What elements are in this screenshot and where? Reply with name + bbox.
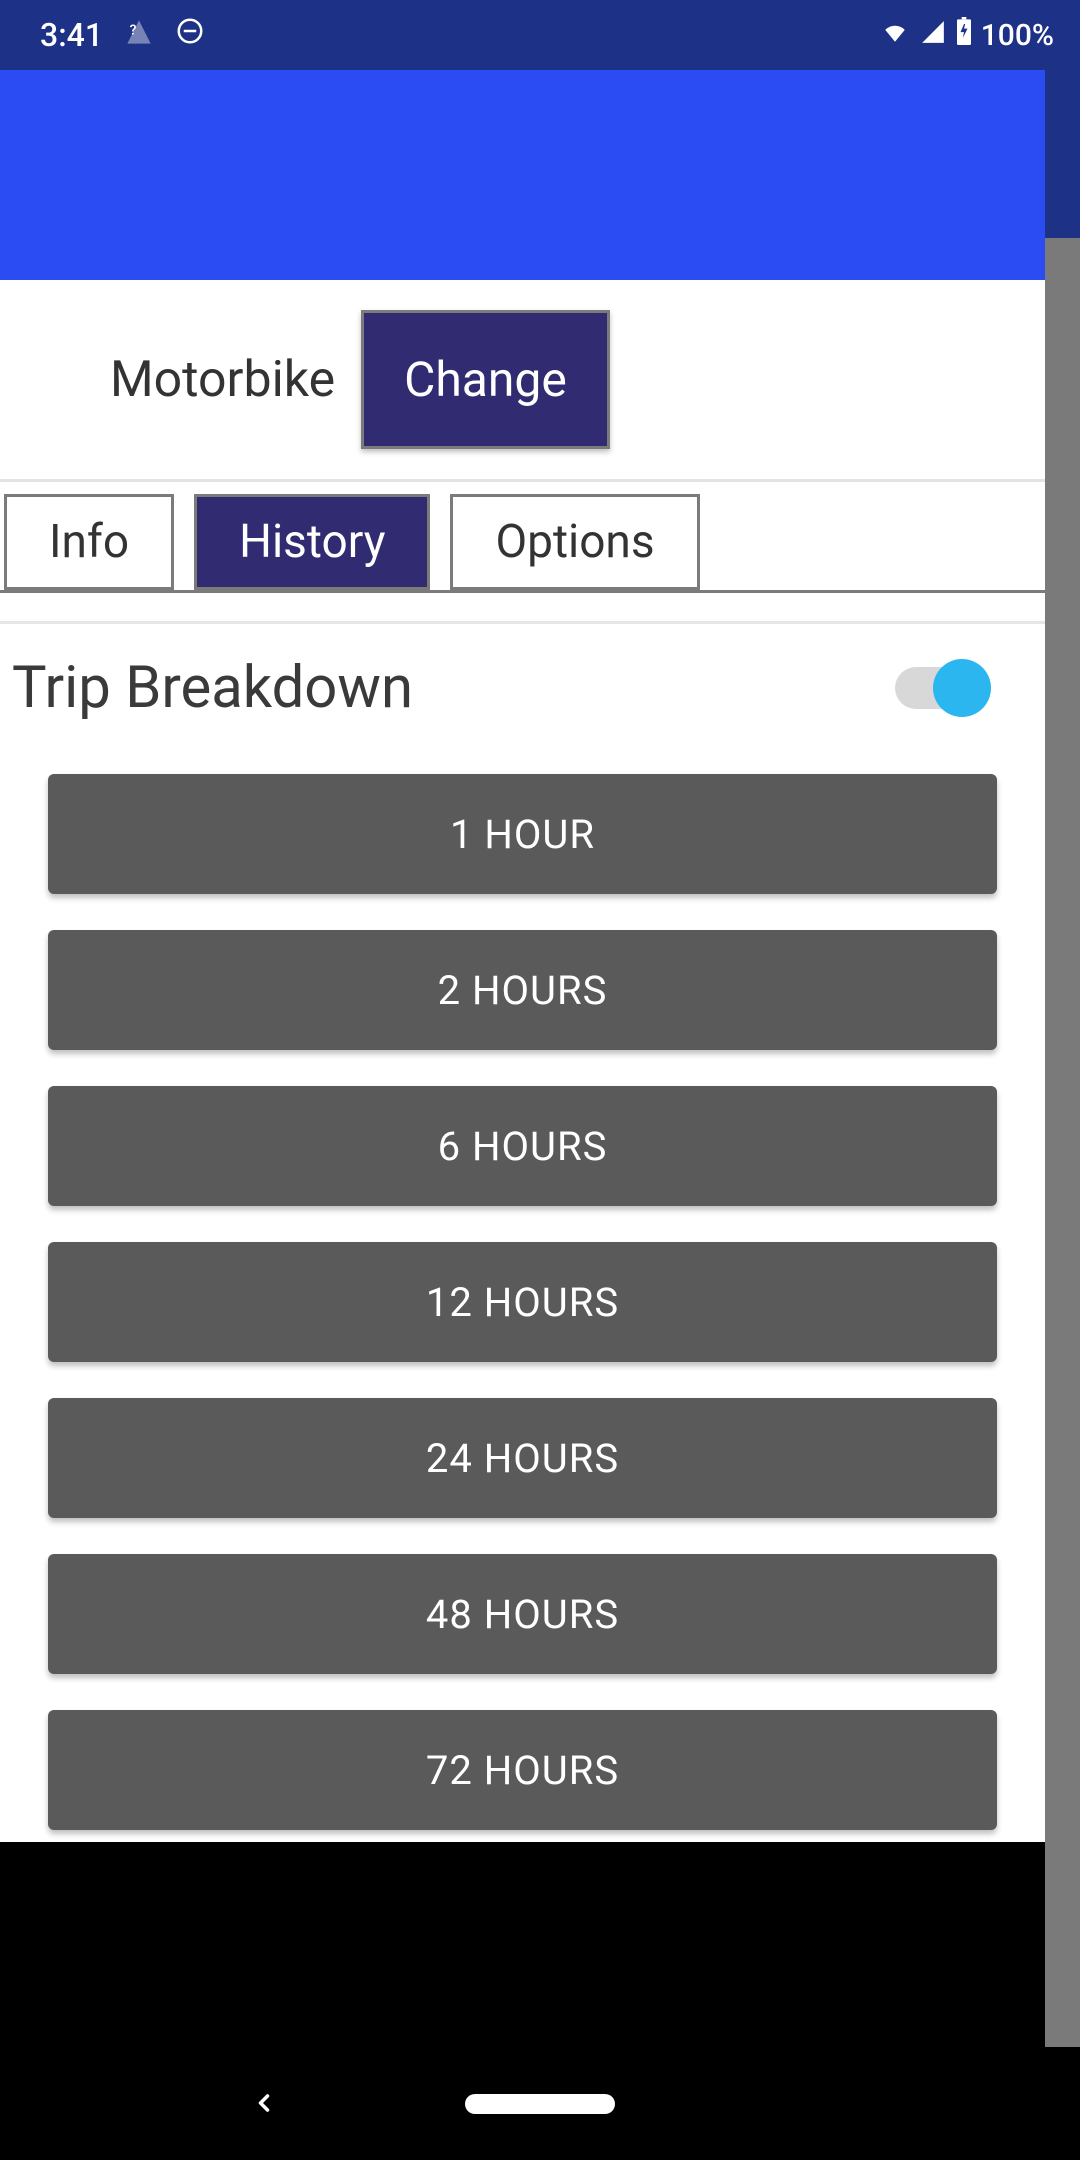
section-header: Trip Breakdown [0,624,1045,732]
vehicle-row: Motorbike Change [0,280,1045,482]
wifi-icon [879,18,911,53]
toggle-knob [933,659,991,717]
dnd-icon [175,16,205,54]
svg-text:?: ? [130,22,137,38]
status-right: 100% [879,17,1054,53]
hour-option-2h[interactable]: 2 HOURS [48,930,997,1050]
tabs-row: Info History Options [0,482,1045,593]
change-vehicle-button[interactable]: Change [361,310,610,449]
nav-bar [0,2047,1080,2160]
tab-options[interactable]: Options [450,494,699,590]
hour-option-12h[interactable]: 12 HOURS [48,1242,997,1362]
panel-header [0,70,1045,280]
battery-percent: 100% [981,18,1054,53]
battery-charging-icon [955,17,973,53]
section-title: Trip Breakdown [12,654,413,722]
hour-option-24h[interactable]: 24 HOURS [48,1398,997,1518]
vehicle-label: Motorbike [110,351,335,409]
status-left: 3:41 ? [40,16,205,54]
drawer-scrim[interactable] [1045,238,1080,2047]
back-icon[interactable] [250,2079,278,2128]
hour-option-72h[interactable]: 72 HOURS [48,1710,997,1830]
signal-unknown-icon: ? [125,16,153,54]
hour-option-1h[interactable]: 1 HOUR [48,774,997,894]
hour-option-48h[interactable]: 48 HOURS [48,1554,997,1674]
status-bar: 3:41 ? 100% [0,0,1080,70]
tab-history[interactable]: History [194,494,430,590]
screen-root: 3:41 ? 100% Motorbike Cha [0,0,1080,2160]
tab-info[interactable]: Info [4,494,174,590]
trip-breakdown-toggle[interactable] [895,667,985,709]
status-time: 3:41 [40,16,103,54]
home-pill[interactable] [465,2094,615,2114]
cell-icon [919,18,947,53]
right-header-strip [1045,70,1080,238]
hour-option-6h[interactable]: 6 HOURS [48,1086,997,1206]
drawer-panel: Motorbike Change Info History Options Tr… [0,70,1045,1842]
hours-list: 1 HOUR 2 HOURS 6 HOURS 12 HOURS 24 HOURS… [0,732,1045,1842]
